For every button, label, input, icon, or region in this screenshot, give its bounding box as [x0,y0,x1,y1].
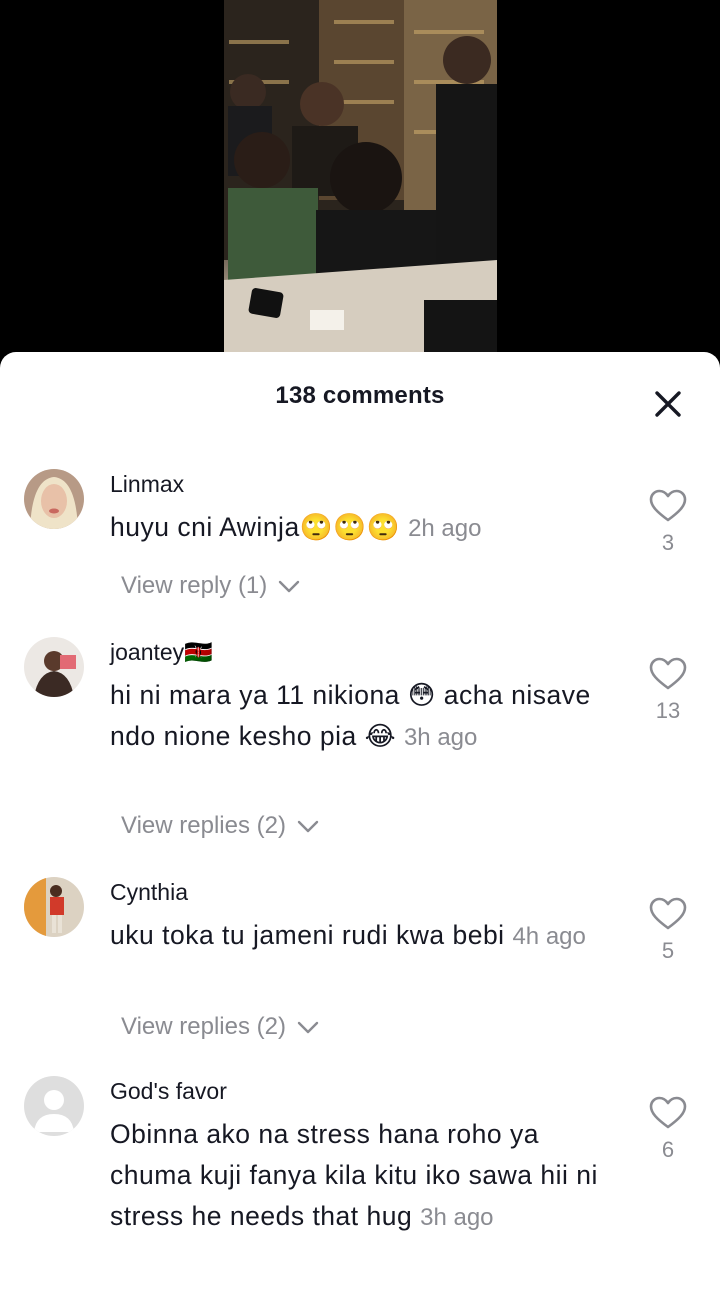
comment-text: hi ni mara ya 11 nikiona 😳 acha nisave n… [110,675,610,758]
like-count: 13 [655,698,681,723]
view-replies-label: View reply (1) [121,572,268,599]
video-player[interactable] [224,0,497,360]
kenya-flag-icon: 🇰🇪 [184,639,213,665]
flushed-face-emoji-icon: 😳 [407,680,436,710]
view-replies-button[interactable]: View replies (2) [121,812,319,840]
close-button[interactable] [650,386,686,422]
heart-outline-icon [649,489,687,522]
view-replies-button[interactable]: View replies (2) [121,1013,319,1041]
close-icon [655,391,681,417]
avatar[interactable] [24,469,84,529]
comment-time: 3h ago [403,724,478,751]
like-button[interactable]: 5 [648,897,688,964]
heart-outline-icon [649,1096,687,1129]
view-replies-label: View replies (2) [121,1013,286,1040]
eye-roll-emoji-icon: 🙄🙄🙄 [299,512,401,542]
comment-username[interactable]: Cynthia [110,879,188,906]
chevron-down-icon [297,820,318,832]
video-thumbnail [224,0,497,360]
comment-time: 3h ago [420,1204,494,1231]
comment-text: Obinna ako na stress hana roho ya chuma … [110,1114,610,1238]
comments-sheet: 138 comments Linmax huyu cni Awinja🙄🙄🙄 2… [0,352,720,1302]
like-button[interactable]: 6 [648,1096,688,1163]
heart-outline-icon [649,897,687,930]
comment-body: hi ni mara ya 11 nikiona [110,680,400,710]
chevron-down-icon [297,1021,318,1033]
comment-body: Obinna ako na stress hana roho ya chuma … [110,1119,598,1231]
like-count: 5 [661,938,675,963]
comment-body: uku toka tu jameni rudi kwa bebi [110,920,505,950]
view-replies-label: View replies (2) [121,812,286,839]
like-button[interactable]: 13 [648,657,688,724]
comment-text: uku toka tu jameni rudi kwa bebi 4h ago [110,915,610,957]
heart-outline-icon [649,657,687,690]
comment-username[interactable]: Linmax [110,471,184,498]
comment-username[interactable]: God's favor [110,1078,227,1105]
view-replies-button[interactable]: View reply (1) [121,572,300,600]
tears-of-joy-emoji-icon: 😂 [364,721,397,751]
username-label: joantey [110,639,185,665]
like-count: 6 [661,1137,675,1162]
like-button[interactable]: 3 [648,489,688,556]
avatar[interactable] [24,637,84,697]
comment-time: 2h ago [408,515,482,542]
default-avatar-icon [24,1076,84,1136]
comment-time: 4h ago [512,923,586,950]
chevron-down-icon [278,580,300,592]
comment-username[interactable]: joantey🇰🇪 [110,639,213,666]
comment-text: huyu cni Awinja🙄🙄🙄 2h ago [110,507,610,549]
avatar[interactable] [24,877,84,937]
like-count: 3 [661,530,675,555]
comment-body: huyu cni Awinja [110,512,300,542]
avatar[interactable] [24,1076,84,1136]
comments-count-title: 138 comments [275,382,445,409]
